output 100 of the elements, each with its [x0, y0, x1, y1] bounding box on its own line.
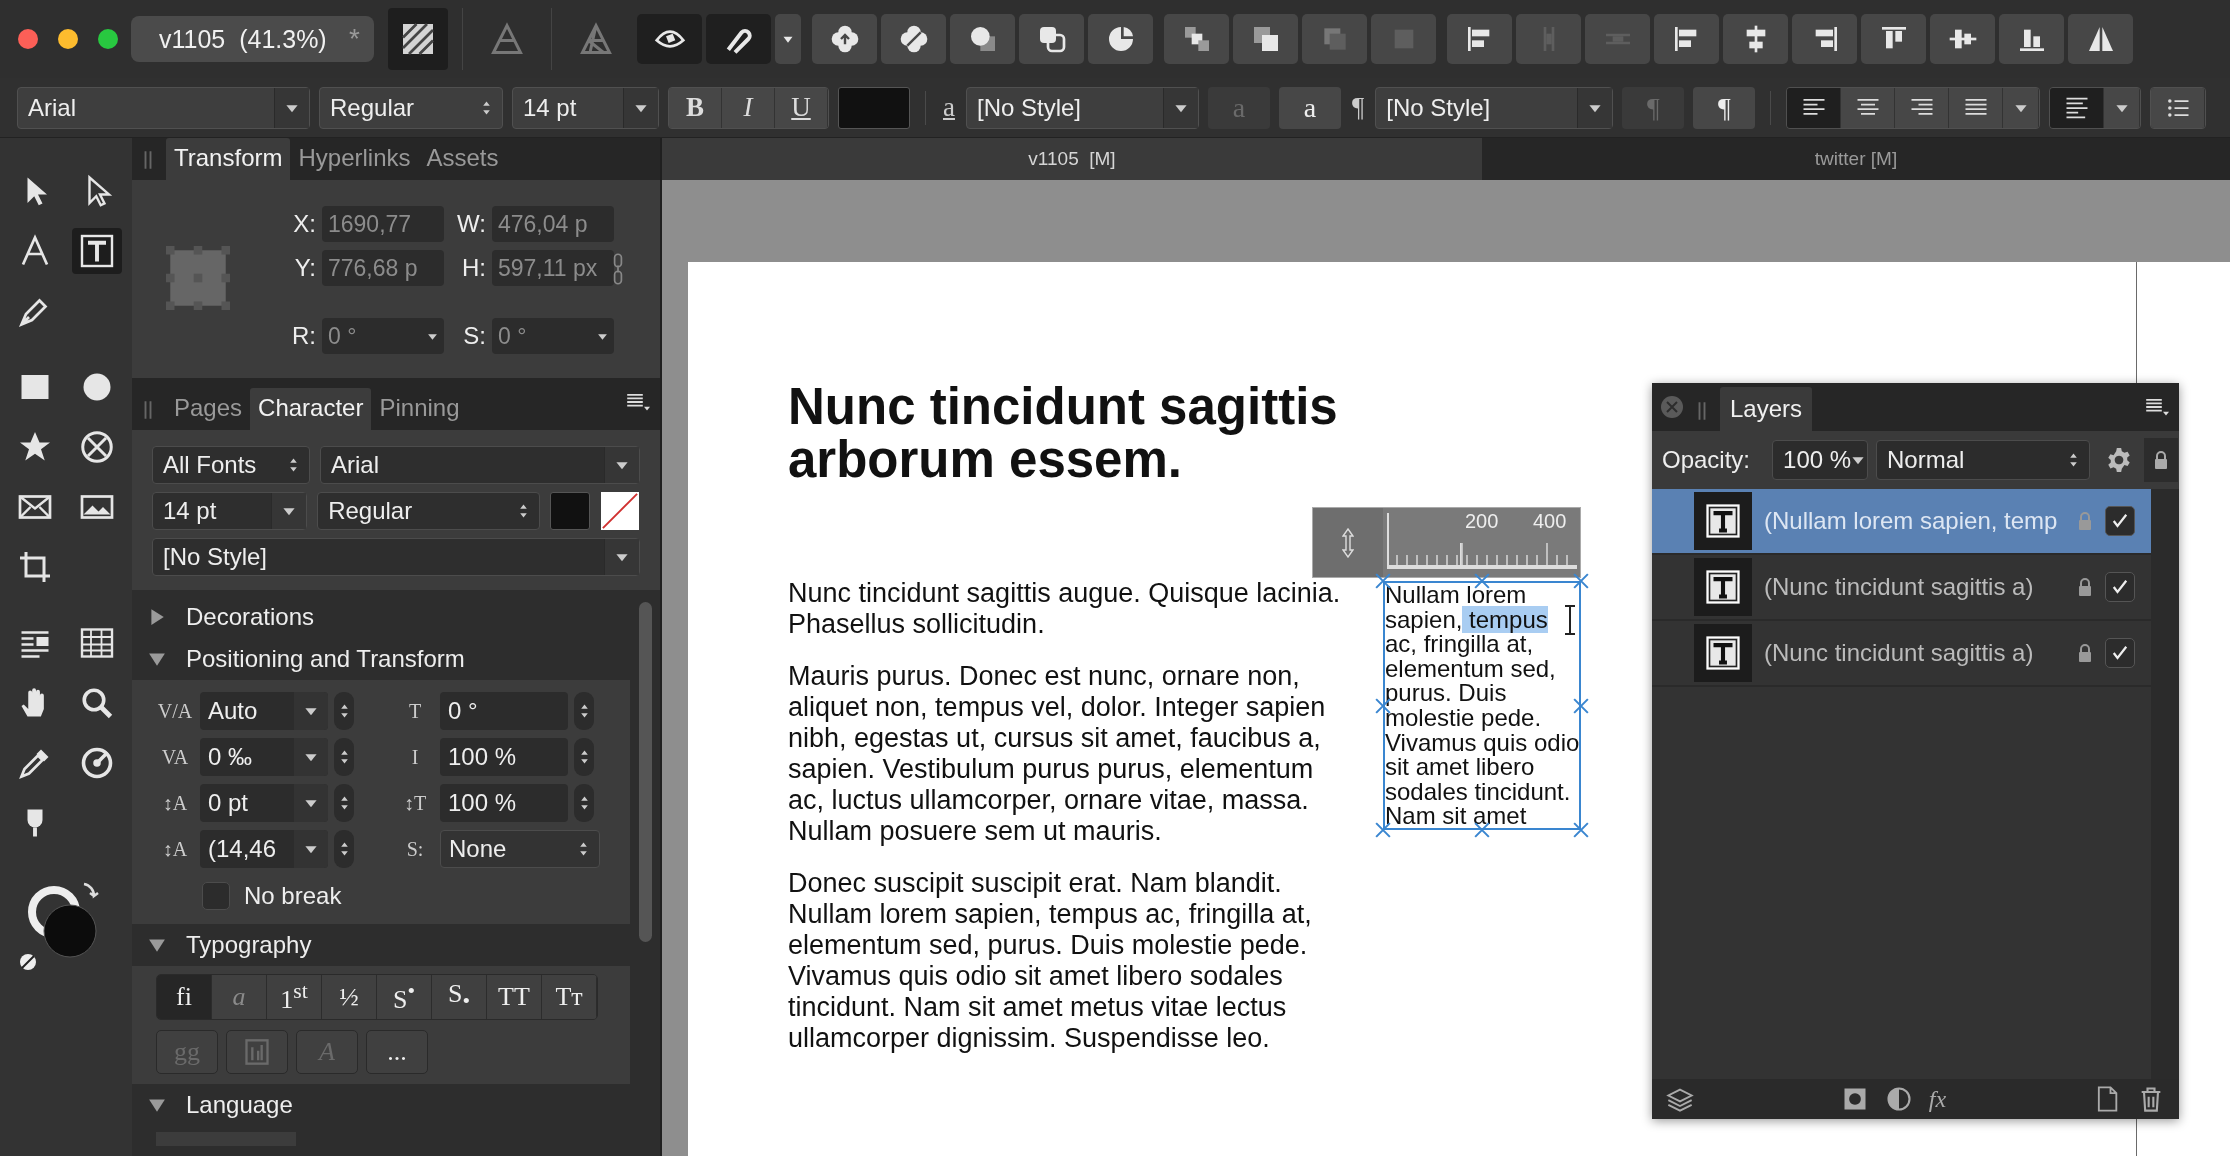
angle-dropdown[interactable]: 0 ° — [492, 318, 614, 354]
visibility-checkbox[interactable] — [2105, 572, 2135, 602]
panel-tab[interactable]: Character — [250, 388, 372, 430]
font-option-button[interactable]: ... — [366, 1030, 428, 1074]
layer-row[interactable]: (Nunc tincidunt sagittis a) — [1652, 555, 2151, 621]
font-style-dropdown[interactable]: Regular — [319, 86, 503, 129]
section-header[interactable]: Typography — [132, 924, 660, 966]
stepper[interactable] — [334, 738, 354, 776]
effects-button[interactable]: fx — [1928, 1085, 1947, 1113]
toolbar-button[interactable] — [1723, 14, 1788, 64]
toolbar-button[interactable] — [881, 14, 946, 64]
menu-icon[interactable] — [626, 392, 650, 412]
document-tab[interactable]: v1105 [M] — [662, 138, 1482, 180]
panel-tab[interactable]: Hyperlinks — [290, 138, 419, 180]
font-feature-button[interactable]: S$_{•}$ — [432, 975, 487, 1019]
visibility-checkbox[interactable] — [2105, 638, 2135, 668]
toolbar-button[interactable] — [1233, 14, 1298, 64]
text-color-swatch[interactable] — [838, 86, 910, 129]
font-feature-button[interactable]: ½ — [322, 975, 377, 1019]
toolbar-button[interactable] — [1792, 14, 1857, 64]
stepper[interactable] — [574, 692, 594, 730]
lock-button[interactable] — [2144, 438, 2179, 482]
dropdown-button[interactable] — [2003, 87, 2040, 128]
paragraph-style-dropdown[interactable]: [No Style] — [1375, 86, 1614, 129]
font-feature-button[interactable]: S$^{•}$ — [377, 975, 432, 1019]
font-size-dropdown[interactable]: 14 pt — [512, 86, 659, 129]
stepper[interactable] — [574, 738, 594, 776]
menu-icon[interactable] — [2145, 397, 2169, 417]
toolbar-button[interactable] — [1999, 14, 2064, 64]
paragraph-button[interactable] — [2151, 87, 2206, 128]
text-align-button[interactable] — [1949, 87, 2004, 128]
text-align-button[interactable] — [1895, 87, 1950, 128]
dropdown-button[interactable] — [2104, 87, 2141, 128]
character-style-button[interactable]: a — [1279, 86, 1341, 129]
transform-field[interactable]: 776,68 p — [322, 250, 444, 286]
transform-field[interactable]: 1690,77 — [322, 206, 444, 242]
opacity-dropdown[interactable]: 100 % — [1772, 440, 1869, 480]
section-header[interactable]: Positioning and Transform — [132, 638, 660, 680]
persona-button[interactable] — [388, 8, 448, 70]
toolbar-button[interactable] — [1088, 14, 1153, 64]
panel-tab[interactable]: Assets — [418, 138, 507, 180]
document-tab[interactable]: twitter [M] — [1482, 138, 2230, 180]
value-dropdown[interactable]: (14,46 — [200, 830, 328, 868]
toolbar-button[interactable] — [950, 14, 1015, 64]
font-feature-button[interactable]: Tᴛ — [542, 975, 597, 1019]
text-align-button[interactable] — [1841, 87, 1896, 128]
toolbar-button[interactable] — [1930, 14, 1995, 64]
stepper[interactable] — [334, 830, 354, 868]
half-circle-icon[interactable] — [1884, 1085, 1913, 1113]
text-color-swatch[interactable] — [550, 492, 590, 530]
layer-row[interactable]: (Nunc tincidunt sagittis a) — [1652, 621, 2151, 687]
panel-tab[interactable]: Pages — [166, 388, 251, 430]
visibility-checkbox[interactable] — [2105, 506, 2135, 536]
font-dropdown[interactable]: Arial — [320, 446, 640, 484]
font-style-dropdown[interactable]: Regular — [317, 492, 540, 530]
value-dropdown[interactable]: 0 ‰ — [200, 738, 328, 776]
handle-icon[interactable] — [1375, 822, 1391, 838]
toolbar-button[interactable] — [637, 14, 702, 64]
toolbar-button[interactable] — [2068, 14, 2133, 64]
section-header[interactable]: Language — [132, 1084, 660, 1126]
paragraph-style-dropdown[interactable]: [No Style] — [152, 538, 640, 576]
panel-tab[interactable]: Pinning — [371, 388, 468, 430]
text-style-button[interactable]: B — [669, 87, 722, 128]
section-header[interactable]: Decorations — [132, 596, 660, 638]
value-field[interactable]: 100 % — [440, 784, 568, 822]
transform-field[interactable]: 597,11 px — [492, 250, 614, 286]
font-dropdown[interactable]: Arial — [17, 86, 310, 129]
toolbar-button[interactable] — [1654, 14, 1719, 64]
value-dropdown[interactable]: 0 pt — [200, 784, 328, 822]
font-feature-button[interactable]: fi — [157, 975, 212, 1019]
panel-tab[interactable]: Layers — [1720, 387, 1813, 431]
ruler-handle[interactable] — [1313, 508, 1383, 577]
handle-icon[interactable] — [1573, 573, 1589, 589]
stepper[interactable] — [334, 784, 354, 822]
paragraph-style-button[interactable]: ¶ — [1693, 86, 1756, 129]
text-align-button[interactable] — [1787, 87, 1842, 128]
toolbar-button[interactable] — [706, 14, 771, 64]
transform-field[interactable]: 476,04 p — [492, 206, 614, 242]
toolbar-button[interactable] — [1164, 14, 1229, 64]
stepper[interactable] — [334, 692, 354, 730]
blend-mode-dropdown[interactable]: Normal — [1876, 440, 2091, 480]
settings-icon[interactable] — [2106, 447, 2133, 473]
toolbar-button[interactable] — [1019, 14, 1084, 64]
value-field[interactable]: 0 ° — [440, 692, 568, 730]
stepper[interactable] — [574, 784, 594, 822]
handle-icon[interactable] — [1573, 822, 1589, 838]
font-collection-dropdown[interactable]: All Fonts — [152, 446, 310, 484]
paragraph-button[interactable] — [2050, 87, 2105, 128]
font-feature-button[interactable]: 1$^{st}$ — [267, 975, 322, 1019]
lock-icon[interactable] — [2077, 642, 2093, 664]
close-window-button[interactable] — [18, 29, 38, 49]
panel-tab[interactable]: Transform — [166, 138, 291, 180]
zoom-window-button[interactable] — [98, 29, 118, 49]
angle-dropdown[interactable]: 0 ° — [322, 318, 444, 354]
toolbar-button[interactable] — [1861, 14, 1926, 64]
tool-button[interactable] — [72, 228, 122, 274]
toolbar-button[interactable] — [812, 14, 877, 64]
value-dropdown[interactable]: Auto — [200, 692, 328, 730]
font-size-dropdown[interactable]: 14 pt — [152, 492, 308, 530]
checkbox[interactable] — [202, 882, 230, 910]
